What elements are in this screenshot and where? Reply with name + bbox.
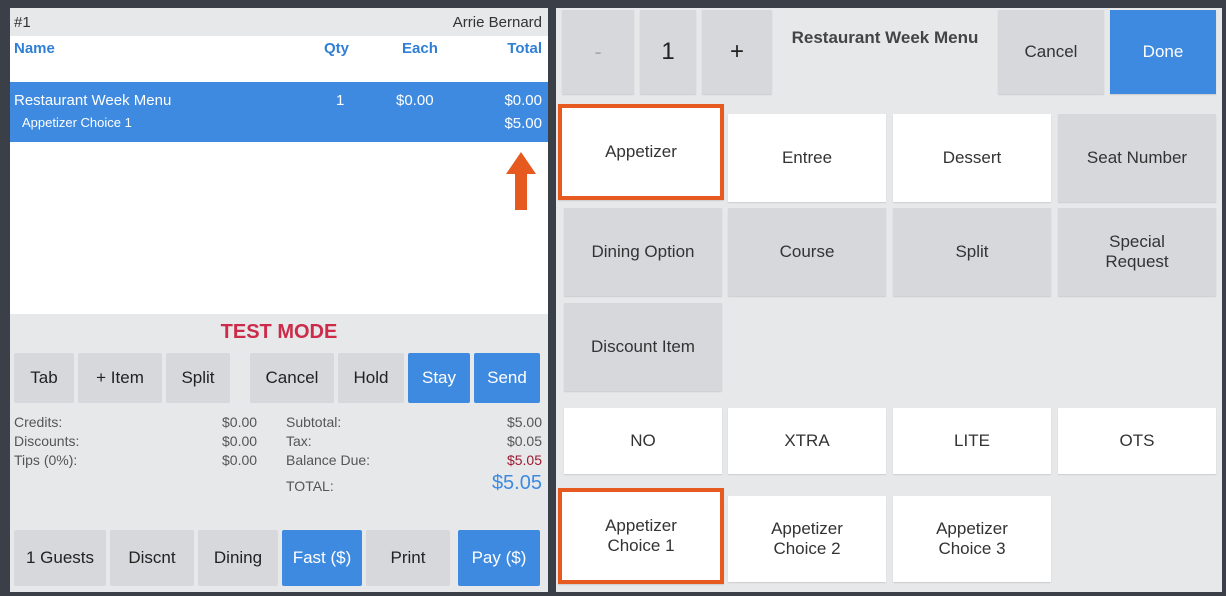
fast-pay-button[interactable]: Fast ($) bbox=[282, 530, 362, 586]
col-each: Each bbox=[402, 40, 438, 57]
decrease-qty-button[interactable]: - bbox=[562, 10, 634, 94]
quantity-value: 1 bbox=[640, 10, 696, 94]
balance-due-value: $5.05 bbox=[506, 452, 542, 468]
modifier-ots[interactable]: OTS bbox=[1058, 408, 1216, 474]
credits-label: Credits: bbox=[14, 414, 63, 430]
guests-button[interactable]: 1 Guests bbox=[14, 530, 106, 586]
category-dining-option[interactable]: Dining Option bbox=[564, 208, 722, 296]
cancel-edit-button[interactable]: Cancel bbox=[998, 10, 1104, 94]
app-frame: #1 Arrie Bernard Name Qty Each Total Res… bbox=[0, 0, 1226, 596]
tips-label: Tips (0%): bbox=[14, 452, 78, 468]
payment-actions: 1 Guests Discnt Dining Fast ($) Print Pa… bbox=[10, 524, 548, 592]
stay-button[interactable]: Stay bbox=[408, 353, 470, 403]
col-total: Total bbox=[507, 40, 542, 57]
tips-value: $0.00 bbox=[222, 452, 258, 468]
order-panel: #1 Arrie Bernard Name Qty Each Total Res… bbox=[10, 8, 548, 592]
tax-label: Tax: bbox=[286, 433, 312, 449]
line-item-qty: 1 bbox=[336, 92, 345, 109]
category-dessert[interactable]: Dessert bbox=[893, 114, 1051, 202]
order-columns: Name Qty Each Total bbox=[10, 36, 548, 60]
order-actions: Tab + Item Split Cancel Hold Stay Send bbox=[10, 350, 548, 406]
credits-value: $0.00 bbox=[222, 414, 258, 430]
total-value: $5.05 bbox=[491, 472, 542, 494]
item-title: Restaurant Week Menu bbox=[791, 28, 979, 47]
dining-button[interactable]: Dining bbox=[198, 530, 278, 586]
tab-button[interactable]: Tab bbox=[14, 353, 74, 403]
total-label: TOTAL: bbox=[286, 478, 334, 494]
category-special-request[interactable]: Special Request bbox=[1058, 208, 1216, 296]
done-button[interactable]: Done bbox=[1110, 10, 1216, 94]
pay-button[interactable]: Pay ($) bbox=[458, 530, 540, 586]
category-entree[interactable]: Entree bbox=[728, 114, 886, 202]
subtotal-value: $5.00 bbox=[506, 414, 542, 430]
modifier-lite[interactable]: LITE bbox=[893, 408, 1051, 474]
line-modifier-total: $5.00 bbox=[504, 115, 542, 132]
col-qty: Qty bbox=[324, 40, 350, 57]
test-mode-banner: TEST MODE bbox=[10, 314, 548, 350]
category-course[interactable]: Course bbox=[728, 208, 886, 296]
line-item-each: $0.00 bbox=[396, 92, 434, 109]
discounts-label: Discounts: bbox=[14, 433, 80, 449]
discounts-value: $0.00 bbox=[222, 433, 258, 449]
balance-due-label: Balance Due: bbox=[286, 452, 371, 468]
order-number: #1 bbox=[14, 14, 31, 31]
customer-name: Arrie Bernard bbox=[452, 14, 542, 31]
increase-qty-button[interactable]: + bbox=[702, 10, 772, 94]
modifier-xtra[interactable]: XTRA bbox=[728, 408, 886, 474]
up-arrow-icon bbox=[506, 152, 536, 210]
discount-button[interactable]: Discnt bbox=[110, 530, 194, 586]
order-header: #1 Arrie Bernard bbox=[10, 8, 548, 36]
category-split[interactable]: Split bbox=[893, 208, 1051, 296]
line-item-total: $0.00 bbox=[504, 92, 542, 109]
order-line-selected[interactable]: Restaurant Week Menu 1 $0.00 $0.00 Appet… bbox=[10, 82, 548, 142]
tax-value: $0.05 bbox=[506, 433, 542, 449]
add-item-button[interactable]: + Item bbox=[78, 353, 162, 403]
item-editor: - 1 + Restaurant Week Menu Cancel Done A… bbox=[556, 8, 1222, 592]
line-modifier-name: Appetizer Choice 1 bbox=[22, 115, 132, 130]
category-appetizer[interactable]: Appetizer bbox=[558, 104, 724, 200]
appetizer-choice-2[interactable]: Appetizer Choice 2 bbox=[728, 496, 886, 582]
print-button[interactable]: Print bbox=[366, 530, 450, 586]
col-name: Name bbox=[14, 40, 55, 57]
subtotal-label: Subtotal: bbox=[286, 414, 342, 430]
line-item-name: Restaurant Week Menu bbox=[14, 92, 172, 109]
send-button[interactable]: Send bbox=[474, 353, 540, 403]
hold-button[interactable]: Hold bbox=[338, 353, 404, 403]
modifier-no[interactable]: NO bbox=[564, 408, 722, 474]
appetizer-choice-3[interactable]: Appetizer Choice 3 bbox=[893, 496, 1051, 582]
category-discount-item[interactable]: Discount Item bbox=[564, 303, 722, 391]
split-button[interactable]: Split bbox=[166, 353, 230, 403]
appetizer-choice-1[interactable]: Appetizer Choice 1 bbox=[558, 488, 724, 584]
category-seat-number[interactable]: Seat Number bbox=[1058, 114, 1216, 202]
order-totals: Credits: $0.00 Discounts: $0.00 Tips (0%… bbox=[10, 406, 548, 524]
cancel-order-button[interactable]: Cancel bbox=[250, 353, 334, 403]
